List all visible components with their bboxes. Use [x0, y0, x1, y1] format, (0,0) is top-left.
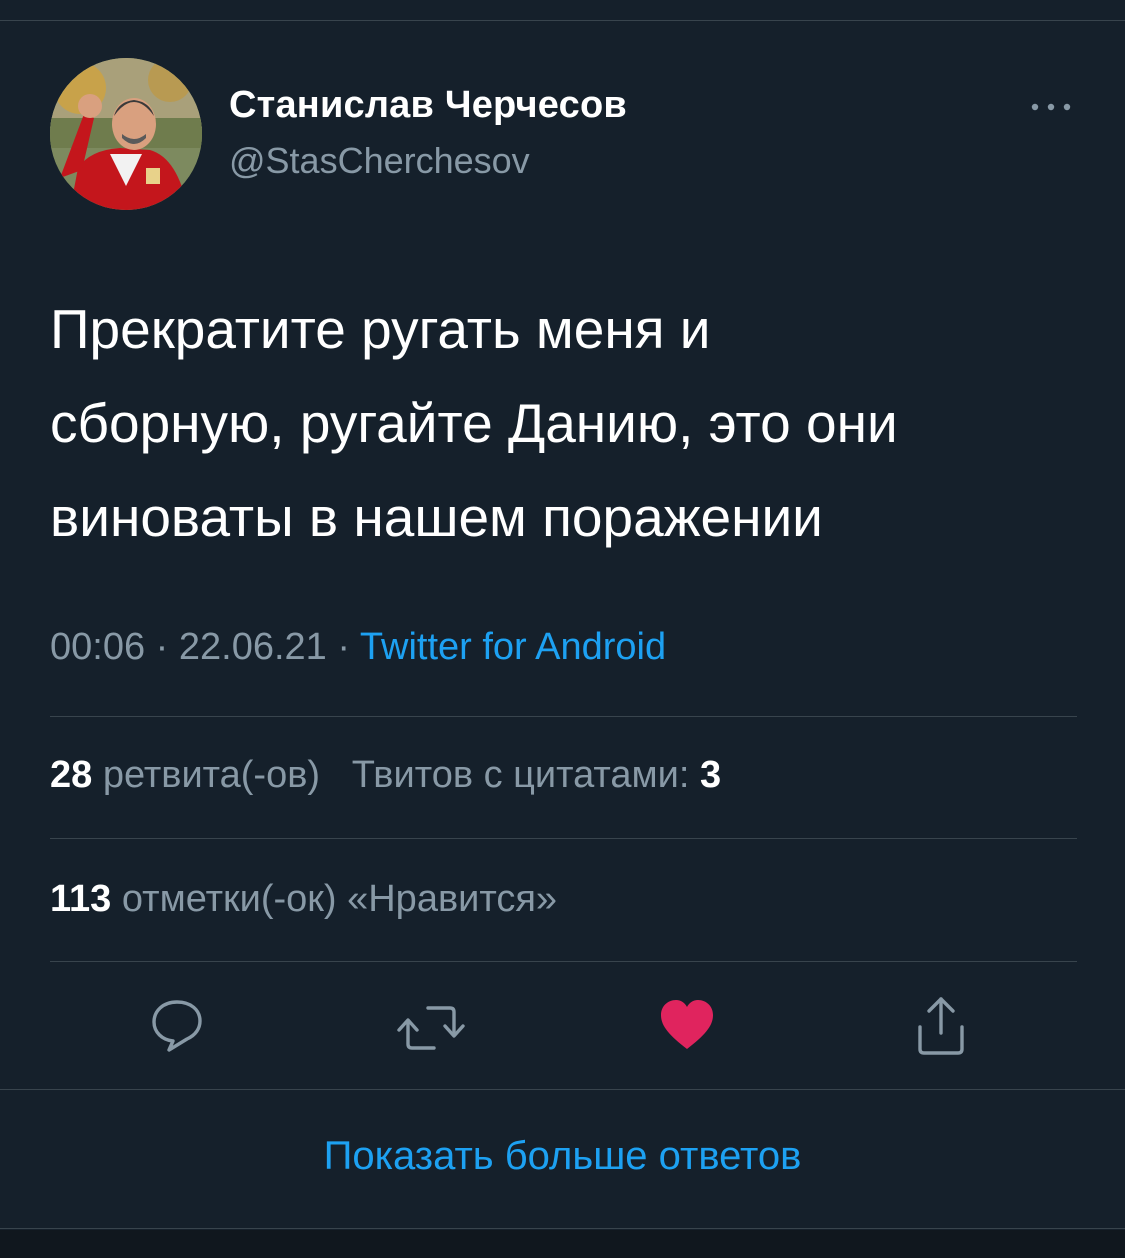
- meta-separator: ·: [326, 626, 360, 668]
- bottom-bar: [0, 1230, 1125, 1258]
- tweet-source-link[interactable]: Twitter for Android: [360, 626, 666, 668]
- retweet-icon: [397, 1006, 465, 1050]
- avatar[interactable]: [50, 58, 202, 210]
- tweet-text-line: виноваты в нашем поражении: [50, 486, 823, 548]
- like-button[interactable]: [652, 990, 722, 1060]
- reply-button[interactable]: [142, 988, 212, 1058]
- retweet-button[interactable]: [396, 993, 466, 1063]
- retweet-stats-row: 28 ретвита(-ов) Твитов с цитатами: 3: [50, 754, 721, 797]
- more-options-button[interactable]: [1026, 92, 1076, 122]
- user-handle[interactable]: @StasCherchesov: [229, 140, 530, 182]
- heart-icon: [661, 1000, 713, 1049]
- likes-count: 113: [50, 878, 112, 920]
- divider: [0, 1228, 1125, 1229]
- speech-bubble-icon: [152, 1000, 202, 1052]
- divider: [50, 838, 1077, 839]
- likes-stat[interactable]: 113 отметки(-ок) «Нравится»: [50, 878, 557, 920]
- divider: [0, 1089, 1125, 1090]
- tweet-text-line: сборную, ругайте Данию, это они: [50, 392, 898, 454]
- tweet-time[interactable]: 00:06: [50, 626, 145, 668]
- likes-stats-row: 113 отметки(-ок) «Нравится»: [50, 878, 557, 921]
- ellipsis-icon: [1031, 103, 1071, 111]
- tweet-date[interactable]: 22.06.21: [179, 626, 327, 668]
- tweet-text-line: Прекратите ругать меня и: [50, 298, 711, 360]
- show-more-replies-button[interactable]: Показать больше ответов: [0, 1134, 1125, 1179]
- share-icon: [918, 997, 964, 1055]
- likes-label: отметки(-ок) «Нравится»: [121, 878, 558, 920]
- quotes-count: 3: [700, 754, 722, 796]
- divider: [50, 716, 1077, 717]
- tweet-meta: 00:06 · 22.06.21 · Twitter for Android: [50, 626, 666, 669]
- meta-separator: ·: [145, 626, 179, 668]
- tweet-text: Прекратите ругать меня и сборную, ругайт…: [50, 282, 1090, 564]
- retweets-count: 28: [50, 754, 93, 796]
- profile-photo-icon: [50, 58, 202, 210]
- retweets-stat[interactable]: 28 ретвита(-ов): [50, 754, 320, 796]
- display-name[interactable]: Станислав Черчесов: [229, 84, 627, 127]
- retweets-label: ретвита(-ов): [102, 754, 321, 796]
- share-button[interactable]: [906, 990, 976, 1060]
- divider: [50, 961, 1077, 962]
- quotes-stat[interactable]: Твитов с цитатами: 3: [352, 754, 721, 796]
- quotes-label: Твитов с цитатами:: [351, 754, 690, 796]
- top-divider: [0, 20, 1125, 21]
